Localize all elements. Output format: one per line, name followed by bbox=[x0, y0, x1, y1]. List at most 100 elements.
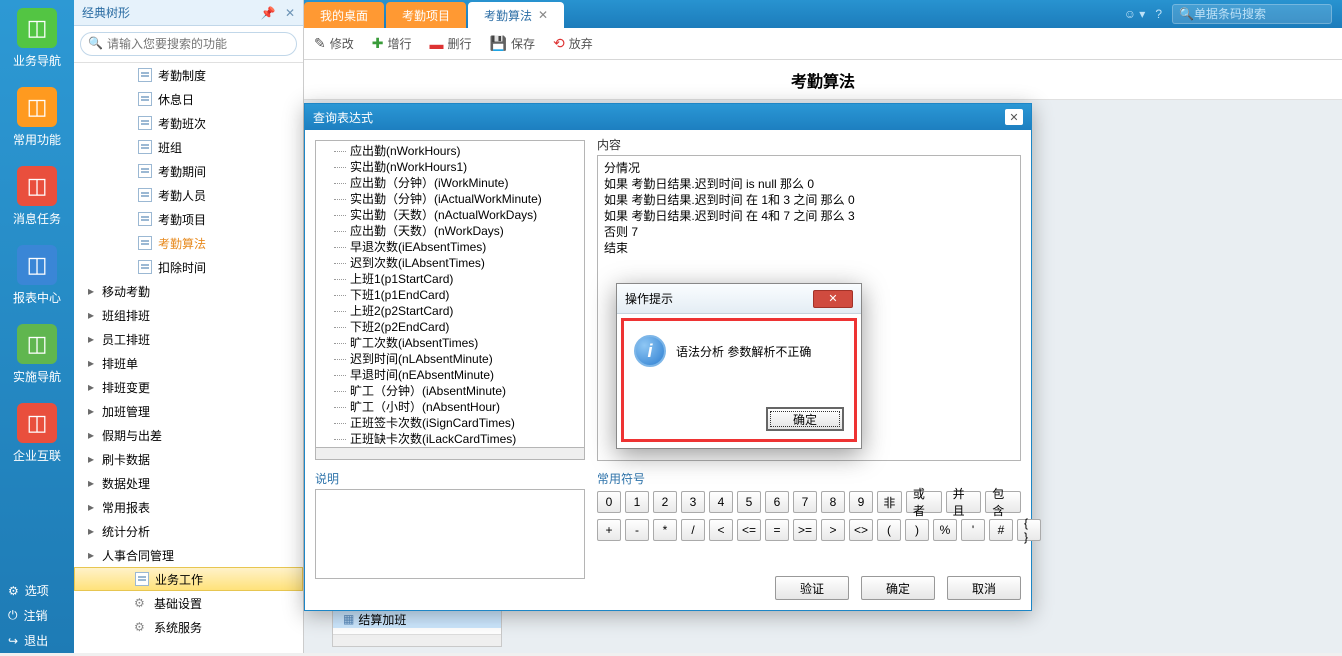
tree-leaf[interactable]: 考勤期间 bbox=[112, 159, 303, 183]
symbol-button[interactable]: < bbox=[709, 519, 733, 541]
tree-folder[interactable]: 人事合同管理 bbox=[74, 543, 303, 567]
nav-footer-item[interactable]: ↪退出 bbox=[0, 628, 74, 653]
symbol-button[interactable]: 2 bbox=[653, 491, 677, 513]
expression-item[interactable]: 正班缺卡次数(iLackCardTimes) bbox=[350, 431, 584, 447]
expression-item[interactable]: 旷工（小时）(nAbsentHour) bbox=[350, 399, 584, 415]
symbol-button[interactable]: ) bbox=[905, 519, 929, 541]
symbol-button[interactable]: 包含 bbox=[985, 491, 1021, 513]
smile-icon[interactable]: ☺ ▾ bbox=[1124, 7, 1146, 21]
expression-item[interactable]: 正班签卡次数(iSignCardTimes) bbox=[350, 415, 584, 431]
expression-item[interactable]: 上班2(p2StartCard) bbox=[350, 303, 584, 319]
symbol-button[interactable]: { } bbox=[1017, 519, 1041, 541]
symbol-button[interactable]: 或者 bbox=[906, 491, 942, 513]
expression-item[interactable]: 旷工（分钟）(iAbsentMinute) bbox=[350, 383, 584, 399]
symbol-button[interactable]: <> bbox=[849, 519, 873, 541]
expression-item[interactable]: 上班1(p1StartCard) bbox=[350, 271, 584, 287]
tree-leaf[interactable]: 考勤人员 bbox=[112, 183, 303, 207]
insert-row-button[interactable]: ✚增行 bbox=[372, 35, 412, 52]
symbol-button[interactable]: 8 bbox=[821, 491, 845, 513]
tree-leaf[interactable]: 考勤项目 bbox=[112, 207, 303, 231]
tab[interactable]: 考勤项目 bbox=[386, 2, 466, 28]
symbol-button[interactable]: >= bbox=[793, 519, 817, 541]
tree-leaf[interactable]: 班组 bbox=[112, 135, 303, 159]
tree-folder[interactable]: 刷卡数据 bbox=[74, 447, 303, 471]
expression-item[interactable]: 实出勤（分钟）(iActualWorkMinute) bbox=[350, 191, 584, 207]
tree-leaf[interactable]: 休息日 bbox=[112, 87, 303, 111]
expression-item[interactable]: 实出勤（天数）(nActualWorkDays) bbox=[350, 207, 584, 223]
symbol-button[interactable]: 9 bbox=[849, 491, 873, 513]
tree-leaf[interactable]: 考勤算法 bbox=[112, 231, 303, 255]
tree-leaf[interactable]: 扣除时间 bbox=[112, 255, 303, 279]
nav-item[interactable]: ◫业务导航 bbox=[0, 0, 74, 79]
close-icon[interactable]: ✕ bbox=[538, 8, 548, 22]
tree-leaf[interactable]: 考勤制度 bbox=[112, 63, 303, 87]
symbol-button[interactable]: 3 bbox=[681, 491, 705, 513]
symbol-button[interactable]: ( bbox=[877, 519, 901, 541]
tree-gear-item[interactable]: ⚙系统服务 bbox=[74, 615, 303, 639]
expression-item[interactable]: 迟到时间(nLAbsentMinute) bbox=[350, 351, 584, 367]
tree-folder[interactable]: 统计分析 bbox=[74, 519, 303, 543]
symbol-button[interactable]: <= bbox=[737, 519, 761, 541]
symbol-button[interactable]: = bbox=[765, 519, 789, 541]
dialog-close-button[interactable]: ✕ bbox=[1005, 109, 1023, 125]
scrollbar[interactable] bbox=[333, 634, 501, 646]
tree-folder[interactable]: 移动考勤 bbox=[74, 279, 303, 303]
symbol-button[interactable]: - bbox=[625, 519, 649, 541]
nav-footer-item[interactable]: ⏻注销 bbox=[0, 603, 74, 628]
alert-close-button[interactable]: ✕ bbox=[813, 290, 853, 308]
alert-ok-button[interactable]: 确定 bbox=[766, 407, 844, 431]
expression-item[interactable]: 下班2(p2EndCard) bbox=[350, 319, 584, 335]
tab[interactable]: 考勤算法✕ bbox=[468, 2, 564, 28]
nav-item[interactable]: ◫企业互联 bbox=[0, 395, 74, 474]
tree-gear-item[interactable]: ⚙基础设置 bbox=[74, 591, 303, 615]
tree-folder[interactable]: 加班管理 bbox=[74, 399, 303, 423]
verify-button[interactable]: 验证 bbox=[775, 576, 849, 600]
symbol-button[interactable]: 0 bbox=[597, 491, 621, 513]
cancel-button[interactable]: 取消 bbox=[947, 576, 1021, 600]
help-icon[interactable]: ? bbox=[1155, 7, 1162, 21]
nav-footer-item[interactable]: ⚙选项 bbox=[0, 578, 74, 603]
symbol-button[interactable]: 6 bbox=[765, 491, 789, 513]
tree-search-input[interactable] bbox=[80, 32, 297, 56]
symbol-button[interactable]: 7 bbox=[793, 491, 817, 513]
tree-folder[interactable]: 员工排班 bbox=[74, 327, 303, 351]
mini-tree-item[interactable]: ▦结算加班 bbox=[333, 610, 501, 628]
symbol-button[interactable]: # bbox=[989, 519, 1013, 541]
delete-row-button[interactable]: ▬删行 bbox=[430, 35, 472, 52]
top-search[interactable]: 🔍 bbox=[1172, 4, 1332, 24]
tree-folder[interactable]: 常用报表 bbox=[74, 495, 303, 519]
symbol-button[interactable]: ' bbox=[961, 519, 985, 541]
edit-button[interactable]: ✎修改 bbox=[314, 35, 354, 52]
expression-item[interactable]: 早退次数(iEAbsentTimes) bbox=[350, 239, 584, 255]
tab[interactable]: 我的桌面 bbox=[304, 2, 384, 28]
dialog-titlebar[interactable]: 查询表达式 ✕ bbox=[305, 104, 1031, 130]
symbol-button[interactable]: % bbox=[933, 519, 957, 541]
nav-item[interactable]: ◫常用功能 bbox=[0, 79, 74, 158]
expression-item[interactable]: 下班1(p1EndCard) bbox=[350, 287, 584, 303]
tree-folder[interactable]: 排班单 bbox=[74, 351, 303, 375]
symbol-button[interactable]: * bbox=[653, 519, 677, 541]
scrollbar[interactable] bbox=[315, 448, 585, 460]
symbol-button[interactable]: 4 bbox=[709, 491, 733, 513]
expression-item[interactable]: 应出勤（分钟）(iWorkMinute) bbox=[350, 175, 584, 191]
tree-highlight-item[interactable]: 业务工作 bbox=[74, 567, 303, 591]
pin-icon[interactable]: 📌 bbox=[261, 6, 276, 20]
nav-item[interactable]: ◫实施导航 bbox=[0, 316, 74, 395]
close-icon[interactable]: ✕ bbox=[285, 6, 295, 20]
symbol-button[interactable]: 5 bbox=[737, 491, 761, 513]
save-button[interactable]: 💾保存 bbox=[490, 35, 535, 52]
tree-folder[interactable]: 班组排班 bbox=[74, 303, 303, 327]
nav-item[interactable]: ◫消息任务 bbox=[0, 158, 74, 237]
symbol-button[interactable]: + bbox=[597, 519, 621, 541]
alert-titlebar[interactable]: 操作提示 ✕ bbox=[617, 284, 861, 314]
tree-leaf[interactable]: 考勤班次 bbox=[112, 111, 303, 135]
tree-folder[interactable]: 数据处理 bbox=[74, 471, 303, 495]
symbol-button[interactable]: > bbox=[821, 519, 845, 541]
symbol-button[interactable]: / bbox=[681, 519, 705, 541]
barcode-search-input[interactable] bbox=[1194, 7, 1325, 21]
expression-item[interactable]: 实出勤(nWorkHours1) bbox=[350, 159, 584, 175]
tree-folder[interactable]: 假期与出差 bbox=[74, 423, 303, 447]
expression-item[interactable]: 应出勤（天数）(nWorkDays) bbox=[350, 223, 584, 239]
nav-item[interactable]: ◫报表中心 bbox=[0, 237, 74, 316]
symbol-button[interactable]: 非 bbox=[877, 491, 902, 513]
